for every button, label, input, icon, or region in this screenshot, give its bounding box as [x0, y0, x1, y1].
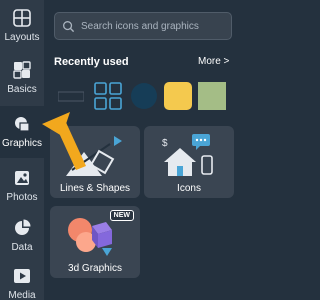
search-icon [63, 20, 75, 32]
card-label: 3d Graphics [68, 263, 122, 274]
card-label: Icons [177, 183, 201, 194]
recent-green-square[interactable] [198, 82, 226, 110]
sidebar-rail: Layouts Basics Graphics Photos Data Medi… [0, 0, 44, 300]
svg-text:$: $ [162, 138, 168, 149]
search-field[interactable]: Search icons and graphics [54, 12, 232, 40]
sidebar-item-label: Basics [7, 84, 37, 95]
pointer-arrow-icon [42, 112, 86, 170]
sidebar-item-label: Media [8, 290, 36, 300]
recent-yellow-square[interactable] [164, 82, 192, 110]
sidebar-item-label: Graphics [1, 138, 42, 149]
sidebar-item-media[interactable]: Media [0, 258, 44, 300]
sidebar-item-data[interactable]: Data [0, 210, 44, 262]
sidebar-item-label: Photos [6, 192, 38, 203]
icons-illustration: $ [162, 134, 213, 176]
icons-card[interactable]: $ Icons [144, 126, 234, 198]
sidebar-item-label: Data [11, 242, 33, 253]
recent-circle-shape[interactable] [130, 82, 158, 110]
sidebar-item-layouts[interactable]: Layouts [0, 0, 44, 52]
sidebar-item-graphics[interactable]: Graphics [0, 106, 44, 158]
recently-used-title: Recently used [54, 56, 129, 68]
more-link[interactable]: More > [198, 56, 229, 67]
photo-icon [15, 171, 29, 185]
3d-graphics-card[interactable]: NEW 3d Graphics [50, 206, 140, 278]
sidebar-item-photos[interactable]: Photos [0, 160, 44, 212]
graphics-icon [15, 117, 30, 132]
media-play-icon [14, 269, 30, 283]
3d-graphics-illustration [68, 218, 112, 256]
pie-chart-icon [15, 219, 31, 235]
blocks-icon [13, 61, 31, 79]
search-input[interactable]: Search icons and graphics [81, 21, 199, 32]
sidebar-item-basics[interactable]: Basics [0, 52, 44, 104]
card-label: Lines & Shapes [59, 183, 131, 194]
layout-grid-icon [13, 9, 31, 27]
sidebar-item-label: Layouts [4, 32, 40, 43]
